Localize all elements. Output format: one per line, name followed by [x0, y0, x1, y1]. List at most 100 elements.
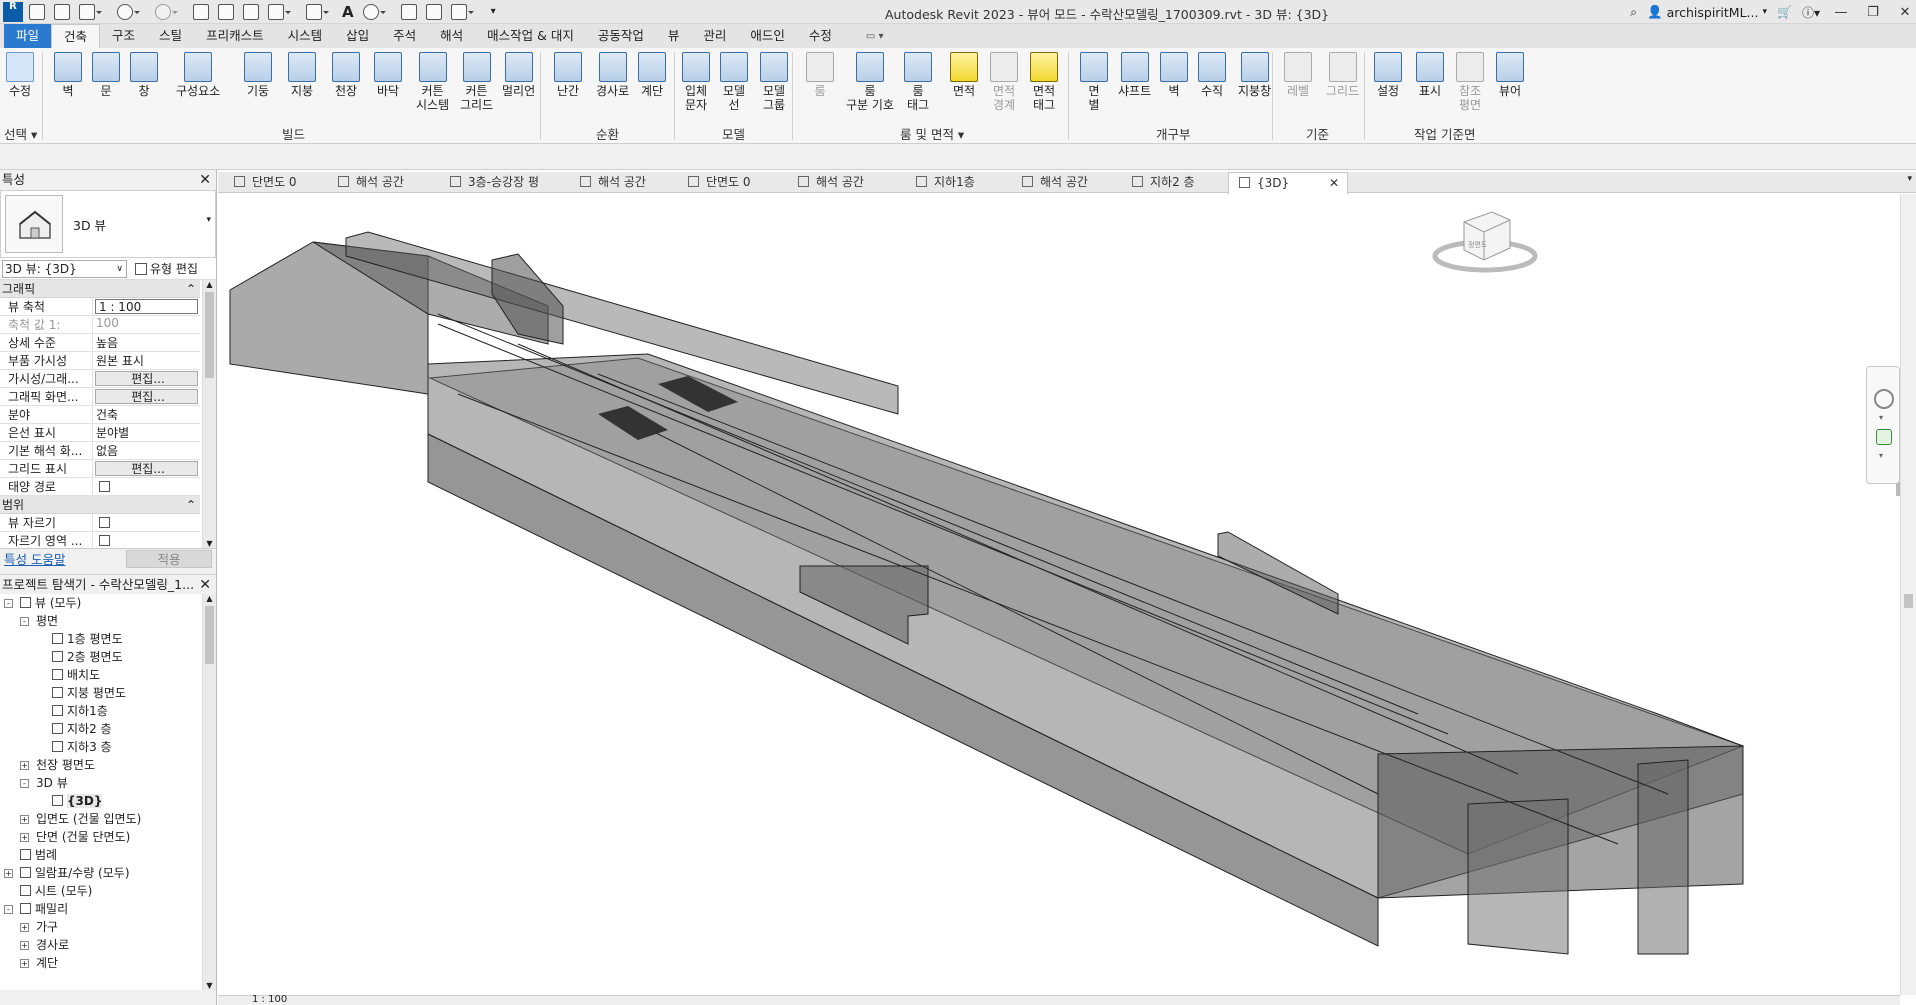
property-checkbox[interactable]	[99, 481, 110, 492]
tree-item[interactable]: {3D}	[0, 792, 216, 810]
doc-tab-0[interactable]: 단면도 0	[224, 172, 328, 193]
tab-8[interactable]: 해석	[428, 24, 475, 48]
doc-tab-4[interactable]: 단면도 0	[678, 172, 782, 193]
property-checkbox[interactable]	[99, 535, 110, 546]
tab-9[interactable]: 매스작업 & 대지	[475, 24, 586, 48]
ribbon-tool-13[interactable]: 경사로	[596, 52, 629, 98]
ribbon-tool-34[interactable]: 뷰어	[1496, 52, 1524, 98]
tree-item[interactable]: 지붕 평면도	[0, 684, 216, 702]
ribbon-tool-26[interactable]: 벽	[1160, 52, 1188, 98]
expand-icon[interactable]: +	[20, 923, 29, 932]
tab-3[interactable]: 스틸	[147, 24, 194, 48]
ribbon-tool-24[interactable]: 면별	[1080, 52, 1108, 112]
expand-icon[interactable]: +	[20, 761, 29, 770]
property-value[interactable]: 없음	[93, 442, 200, 459]
tree-item[interactable]: - 평면	[0, 612, 216, 630]
close-icon[interactable]: ✕	[199, 575, 211, 595]
ribbon-tool-12[interactable]: 난간	[554, 52, 582, 98]
ribbon-tool-0[interactable]: 수정	[6, 52, 34, 98]
doc-tab-5[interactable]: 해석 공간	[788, 172, 892, 193]
property-checkbox[interactable]	[99, 517, 110, 528]
tree-item[interactable]: + 입면도 (건물 입면도)	[0, 810, 216, 828]
doc-tab-9[interactable]: {3D} ✕	[1228, 172, 1348, 194]
ribbon-tool-27[interactable]: 수직	[1198, 52, 1226, 98]
ribbon-tool-22[interactable]: 면적 경계	[990, 52, 1018, 112]
property-value[interactable]	[93, 532, 200, 548]
property-value[interactable]: 편집...	[95, 389, 198, 404]
viewcube[interactable]: 정면도	[1430, 206, 1540, 278]
cart-icon[interactable]: 🛒	[1777, 5, 1792, 19]
switch-windows-icon[interactable]	[450, 3, 474, 20]
ribbon-tool-6[interactable]: 지붕	[288, 52, 316, 98]
property-value[interactable]: 편집...	[95, 461, 198, 476]
tab-6[interactable]: 삽입	[334, 24, 381, 48]
doc-tab-2[interactable]: 3층-승강장 평면도	[440, 172, 544, 210]
expand-icon[interactable]: +	[20, 815, 29, 824]
collapse-icon[interactable]: ⌃	[186, 496, 196, 514]
ribbon-toggle-icon[interactable]: ▭ ▾	[866, 31, 884, 42]
tab-0[interactable]: 파일	[4, 24, 52, 48]
expand-icon[interactable]: -	[20, 617, 29, 626]
tag-icon[interactable]	[306, 3, 329, 20]
ribbon-tool-9[interactable]: 커튼 시스템	[416, 52, 449, 112]
tab-14[interactable]: 수정	[797, 24, 844, 48]
section-icon[interactable]	[400, 3, 417, 20]
open-icon[interactable]	[29, 3, 45, 20]
ribbon-tool-17[interactable]: 모델 그룹	[760, 52, 788, 112]
undo-icon[interactable]	[117, 3, 140, 20]
tree-item[interactable]: 2층 평면도	[0, 648, 216, 666]
ribbon-tool-2[interactable]: 문	[92, 52, 120, 98]
ribbon-tool-19[interactable]: 룸 구분 기호	[846, 52, 894, 112]
tab-4[interactable]: 프리캐스트	[194, 24, 276, 48]
tree-item[interactable]: 시트 (모두)	[0, 882, 216, 900]
tree-item[interactable]: 지하2 층	[0, 720, 216, 738]
tab-13[interactable]: 애드인	[738, 24, 797, 48]
view-scale[interactable]: 1 : 100	[252, 994, 287, 1005]
close-icon[interactable]: ✕	[1329, 173, 1339, 194]
minimize-button[interactable]: —	[1830, 5, 1852, 20]
ribbon-tool-8[interactable]: 바닥	[374, 52, 402, 98]
ribbon-tool-33[interactable]: 참조 평면	[1456, 52, 1484, 112]
property-value[interactable]: 분야별	[93, 424, 200, 441]
tree-item[interactable]: + 가구	[0, 918, 216, 936]
ribbon-tool-31[interactable]: 설정	[1374, 52, 1402, 98]
tab-1[interactable]: 건축	[51, 24, 101, 48]
binoculars-icon[interactable]: ⌕	[1630, 5, 1637, 20]
steering-wheel-icon[interactable]	[1874, 389, 1894, 409]
tab-10[interactable]: 공동작업	[586, 24, 656, 48]
3d-view-icon[interactable]	[362, 3, 386, 20]
tree-item[interactable]: + 단면 (건물 단면도)	[0, 828, 216, 846]
tree-item[interactable]: - 패밀리	[0, 900, 216, 918]
property-value[interactable]	[93, 478, 200, 495]
ribbon-tool-5[interactable]: 기둥	[244, 52, 272, 98]
print-icon[interactable]	[193, 3, 209, 20]
ribbon-tool-3[interactable]: 창	[130, 52, 158, 98]
ribbon-tool-20[interactable]: 룸 태그	[904, 52, 932, 112]
tree-item[interactable]: 1층 평면도	[0, 630, 216, 648]
ribbon-tool-7[interactable]: 천장	[332, 52, 360, 98]
tab-12[interactable]: 관리	[691, 24, 738, 48]
redo-icon[interactable]	[155, 3, 178, 20]
doc-tab-7[interactable]: 해석 공간	[1012, 172, 1116, 193]
ribbon-tool-23[interactable]: 면적 태그	[1030, 52, 1058, 112]
doc-tab-1[interactable]: 해석 공간	[328, 172, 432, 193]
text-icon[interactable]: A	[342, 3, 354, 21]
property-value[interactable]: 건축	[93, 406, 200, 423]
tree-item[interactable]: + 천장 평면도	[0, 756, 216, 774]
doc-tab-6[interactable]: 지하1층	[906, 172, 1010, 193]
3d-viewport[interactable]: 정면도	[218, 194, 1900, 995]
doc-tab-3[interactable]: 해석 공간	[570, 172, 674, 193]
tree-item[interactable]: 지하1층	[0, 702, 216, 720]
ribbon-tool-21[interactable]: 면적	[950, 52, 978, 98]
dimension-icon[interactable]	[268, 3, 291, 20]
ribbon-tool-32[interactable]: 표시	[1416, 52, 1444, 98]
ribbon-tool-18[interactable]: 룸	[806, 52, 834, 98]
property-value[interactable]: 편집...	[95, 371, 198, 386]
tab-5[interactable]: 시스템	[276, 24, 335, 48]
expand-icon[interactable]: -	[4, 599, 13, 608]
ribbon-tool-14[interactable]: 계단	[638, 52, 666, 98]
tree-item[interactable]: -3D 뷰	[0, 774, 216, 792]
apply-button[interactable]: 적용	[126, 549, 212, 568]
tree-item[interactable]: + 계단	[0, 954, 216, 972]
zoom-icon[interactable]	[1876, 429, 1892, 445]
